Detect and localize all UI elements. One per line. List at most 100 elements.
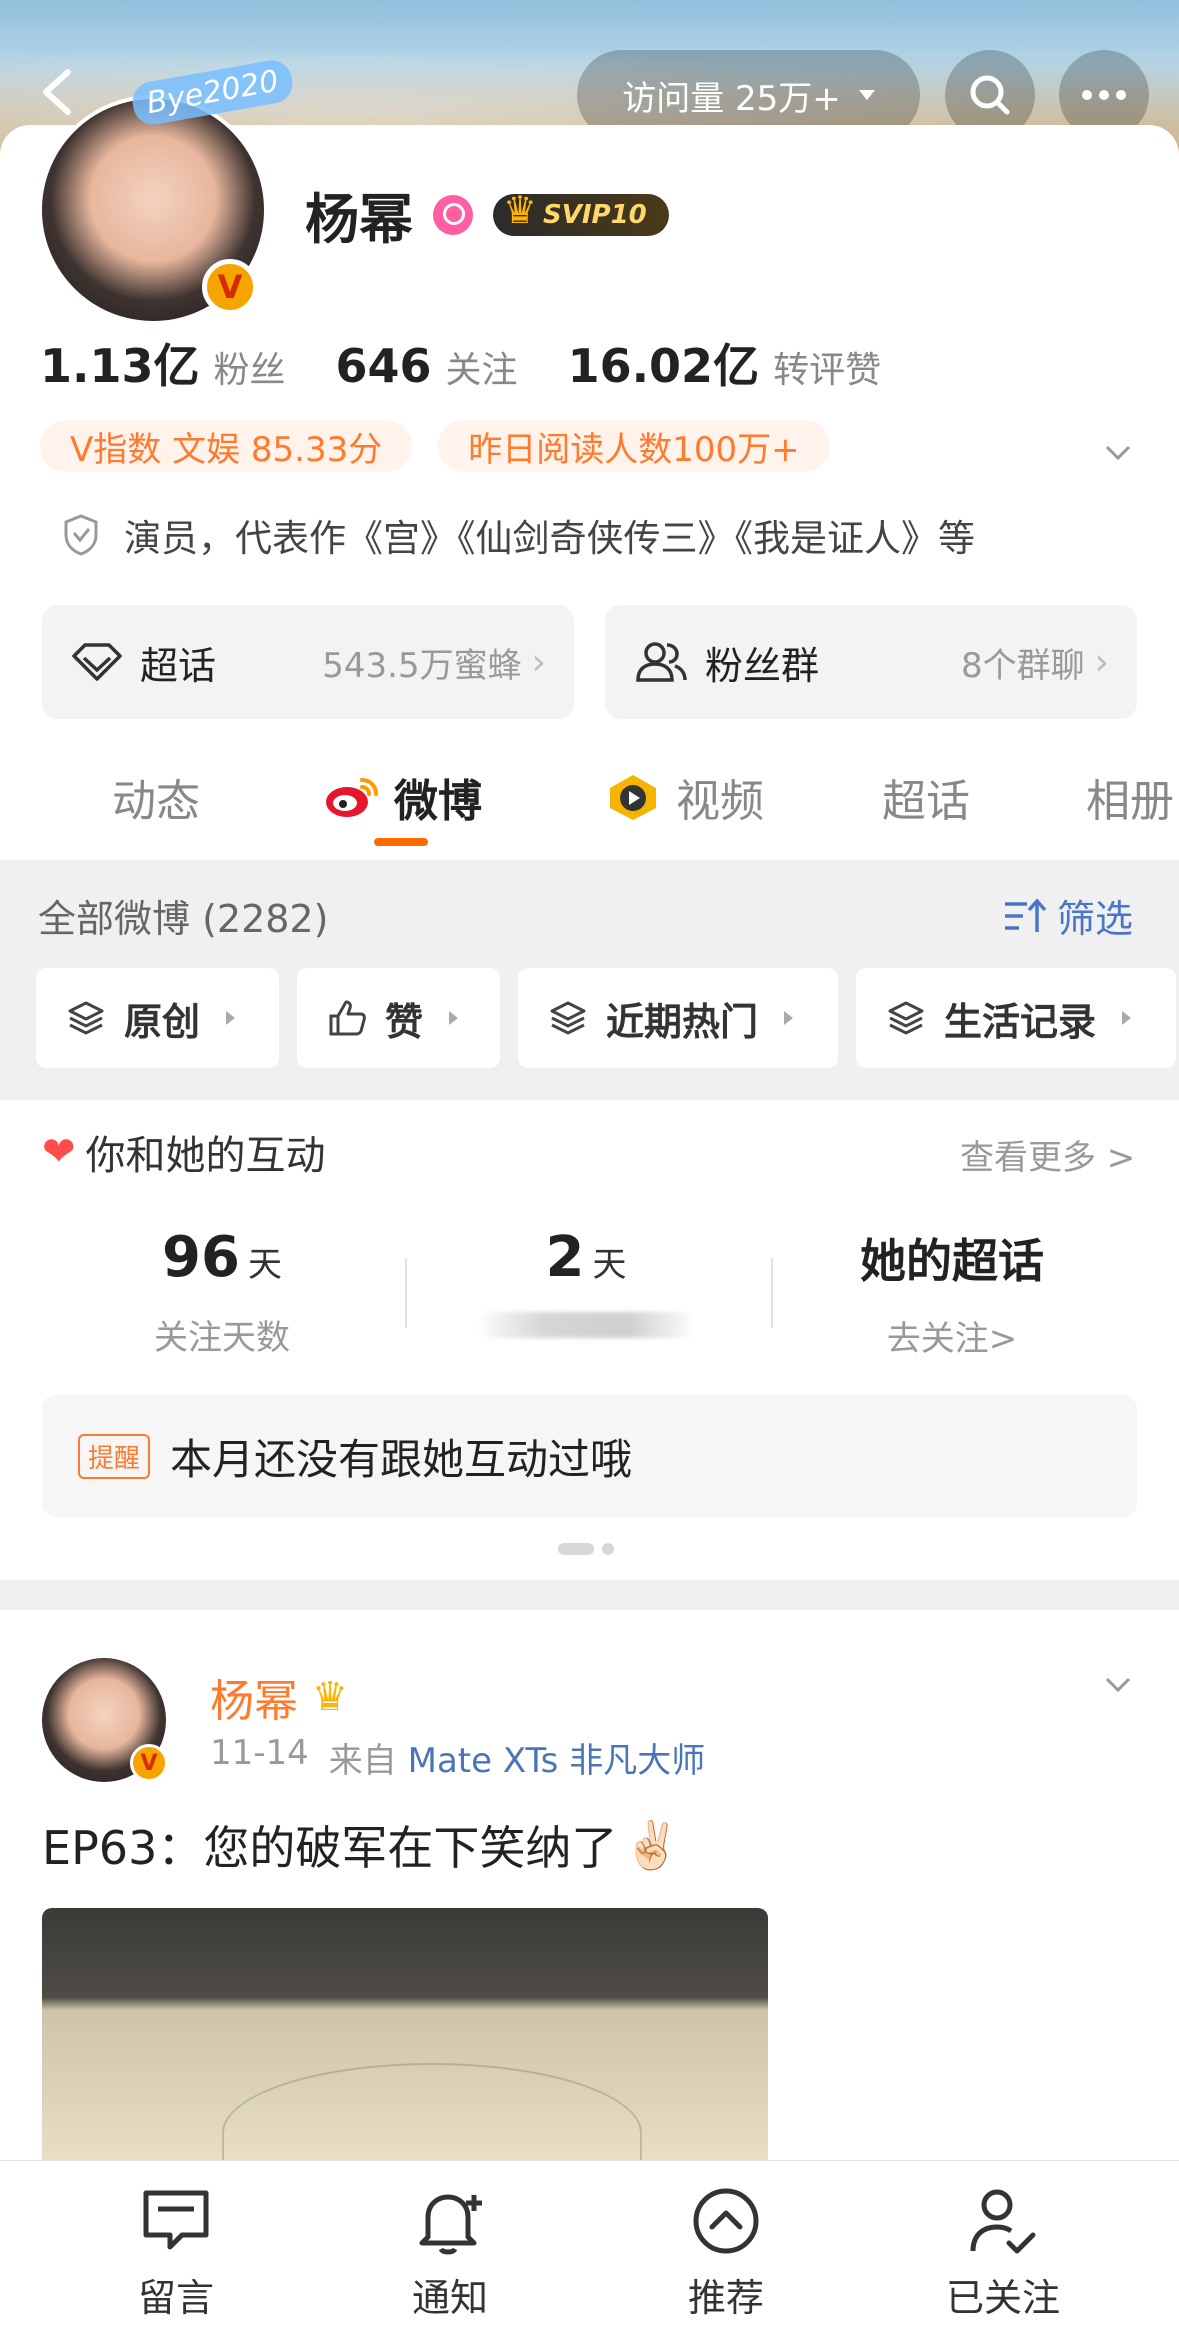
nav-label: 推荐 xyxy=(687,2276,764,2320)
more-icon xyxy=(1082,90,1126,100)
user-check-icon xyxy=(970,2189,1036,2254)
profile-stats: 1.13亿 粉丝 646 关注 16.02亿 转评赞 xyxy=(40,330,881,396)
back-icon[interactable] xyxy=(30,62,90,122)
pager-dot-active xyxy=(558,1543,594,1555)
filter-btn-label: 原创 xyxy=(124,999,201,1044)
pager-dots xyxy=(558,1543,614,1555)
post-from-label: 来自 xyxy=(328,1741,397,1781)
her-super-topic-title: 她的超话 xyxy=(860,1234,1044,1288)
verified-badge: V xyxy=(202,259,258,315)
tab-label: 视频 xyxy=(676,776,764,827)
thumbs-up-icon xyxy=(329,1000,366,1036)
blurred-label xyxy=(481,1312,691,1338)
super-topic-entry[interactable]: 超话 543.5万蜜蜂 › xyxy=(42,605,574,719)
bell-plus-icon xyxy=(419,2194,482,2255)
chevron-down-icon[interactable] xyxy=(1104,1670,1132,1698)
her-super-topic-follow[interactable]: 去关注> xyxy=(802,1311,1102,1360)
chevron-right-icon: › xyxy=(531,641,546,683)
filter-life-record-button[interactable]: 生活记录 xyxy=(856,968,1176,1068)
caret-right-icon xyxy=(226,1011,236,1025)
fan-group-entry[interactable]: 粉丝群 8个群聊 › xyxy=(605,605,1137,719)
weibo-icon xyxy=(326,778,378,817)
reads-chip[interactable]: 昨日阅读人数100万+ xyxy=(438,420,830,472)
caret-right-icon xyxy=(1122,1011,1132,1025)
caret-right-icon xyxy=(784,1011,794,1025)
reminder-tag: 提醒 xyxy=(78,1433,151,1479)
filter-original-button[interactable]: 原创 xyxy=(36,968,279,1068)
tab-label: 相册 xyxy=(1086,776,1174,827)
name-row: 杨幂 SVIP10 xyxy=(305,175,669,254)
chevron-up-circle-icon xyxy=(693,2188,759,2254)
divider xyxy=(405,1258,407,1328)
tab-label: 动态 xyxy=(112,776,200,827)
active-tab-indicator xyxy=(374,838,428,846)
entry-title: 超话 xyxy=(140,643,217,688)
v-index-chip[interactable]: V指数 文娱 85.33分 xyxy=(40,420,413,472)
divider xyxy=(771,1258,773,1328)
post-text-body: EP63：您的破军在下笑纳了 xyxy=(42,1821,618,1875)
tab-label: 超话 xyxy=(882,776,970,827)
message-icon xyxy=(143,2190,209,2250)
tab-dynamics[interactable]: 动态 xyxy=(112,765,200,829)
filter-btn-label: 近期热门 xyxy=(606,999,759,1044)
reminder-text: 本月还没有跟她互动过哦 xyxy=(170,1434,633,1484)
post-author-name: 杨幂 xyxy=(210,1676,298,1727)
nav-message[interactable]: 留言 xyxy=(76,2185,276,2322)
stat-label: 粉丝 xyxy=(213,350,286,391)
stat-followers[interactable]: 1.13亿 粉丝 xyxy=(40,330,286,396)
stat-label: 关注 xyxy=(445,350,518,391)
chevron-down-icon xyxy=(858,90,875,100)
bio: 演员，代表作《宫》《仙剑奇侠传三》《我是证人》等 xyxy=(62,508,975,562)
tab-album[interactable]: 相册 xyxy=(1086,765,1174,829)
nav-recommend[interactable]: 推荐 xyxy=(626,2185,826,2322)
pager-dot xyxy=(602,1543,614,1555)
profile-tabs: 动态 微博 视频 超话 相册 xyxy=(0,745,1179,860)
nav-followed[interactable]: 已关注 xyxy=(903,2185,1103,2322)
svip-badge[interactable]: SVIP10 xyxy=(493,188,669,236)
tab-super-topic[interactable]: 超话 xyxy=(882,765,970,829)
heart-icon: ❤ xyxy=(42,1129,76,1175)
nav-label: 已关注 xyxy=(945,2276,1060,2320)
all-weibo-count: 全部微博 (2282) xyxy=(38,897,329,941)
visits-label: 访问量 25万+ xyxy=(622,78,841,119)
see-more-link[interactable]: 查看更多 > xyxy=(960,1130,1135,1179)
stat-num: 1.13亿 xyxy=(40,339,200,393)
avatar[interactable]: Bye2020 V xyxy=(38,57,296,325)
tab-weibo[interactable]: 微博 xyxy=(322,765,482,829)
post-avatar[interactable]: V xyxy=(42,1658,168,1782)
post-image[interactable] xyxy=(42,1908,768,2163)
filter-icon xyxy=(1005,897,1047,932)
follow-days-stat: 96 天 关注天数 xyxy=(72,1225,372,1359)
layers-icon xyxy=(68,1001,104,1035)
follow-days-unit: 天 xyxy=(247,1245,282,1285)
nav-label: 通知 xyxy=(411,2276,488,2320)
chevron-right-icon: › xyxy=(1094,641,1109,683)
bio-text: 演员，代表作《宫》《仙剑奇侠传三》《我是证人》等 xyxy=(124,517,975,560)
interaction-days-stat: 2天 xyxy=(436,1225,736,1338)
profile-chips: V指数 文娱 85.33分 昨日阅读人数100万+ xyxy=(40,420,830,472)
filter-like-button[interactable]: 赞 xyxy=(297,968,500,1068)
entry-sub: 8个群聊 xyxy=(960,645,1085,686)
filter-button[interactable]: 筛选 xyxy=(1003,888,1133,943)
tab-video[interactable]: 视频 xyxy=(604,765,764,829)
post-author[interactable]: 杨幂 ♛ xyxy=(210,1665,348,1729)
layers-icon xyxy=(550,1001,586,1035)
victory-hand-emoji: ✌🏻 xyxy=(623,1817,681,1872)
shield-icon xyxy=(64,514,98,556)
bottom-nav: 留言 通知 推荐 已关注 xyxy=(0,2160,1179,2349)
section-separator xyxy=(0,1580,1179,1610)
stat-following[interactable]: 646 关注 xyxy=(336,339,518,393)
post-source[interactable]: Mate XTs 非凡大师 xyxy=(408,1741,706,1781)
filter-recent-hot-button[interactable]: 近期热门 xyxy=(518,968,838,1068)
stat-interactions[interactable]: 16.02亿 转评赞 xyxy=(568,330,882,396)
post-meta: 11-14 来自 Mate XTs 非凡大师 xyxy=(210,1733,705,1782)
stat-num: 16.02亿 xyxy=(567,339,760,393)
nav-notify[interactable]: 通知 xyxy=(350,2185,550,2322)
post-time: 11-14 xyxy=(210,1733,309,1773)
chevron-down-icon[interactable] xyxy=(1104,438,1132,466)
tab-label: 微博 xyxy=(394,776,482,827)
profile-name: 杨幂 xyxy=(305,188,413,251)
her-super-topic-stat[interactable]: 她的超话 去关注> xyxy=(802,1225,1102,1360)
crown-icon: ♛ xyxy=(312,1674,348,1720)
interaction-days-unit: 天 xyxy=(592,1245,627,1285)
